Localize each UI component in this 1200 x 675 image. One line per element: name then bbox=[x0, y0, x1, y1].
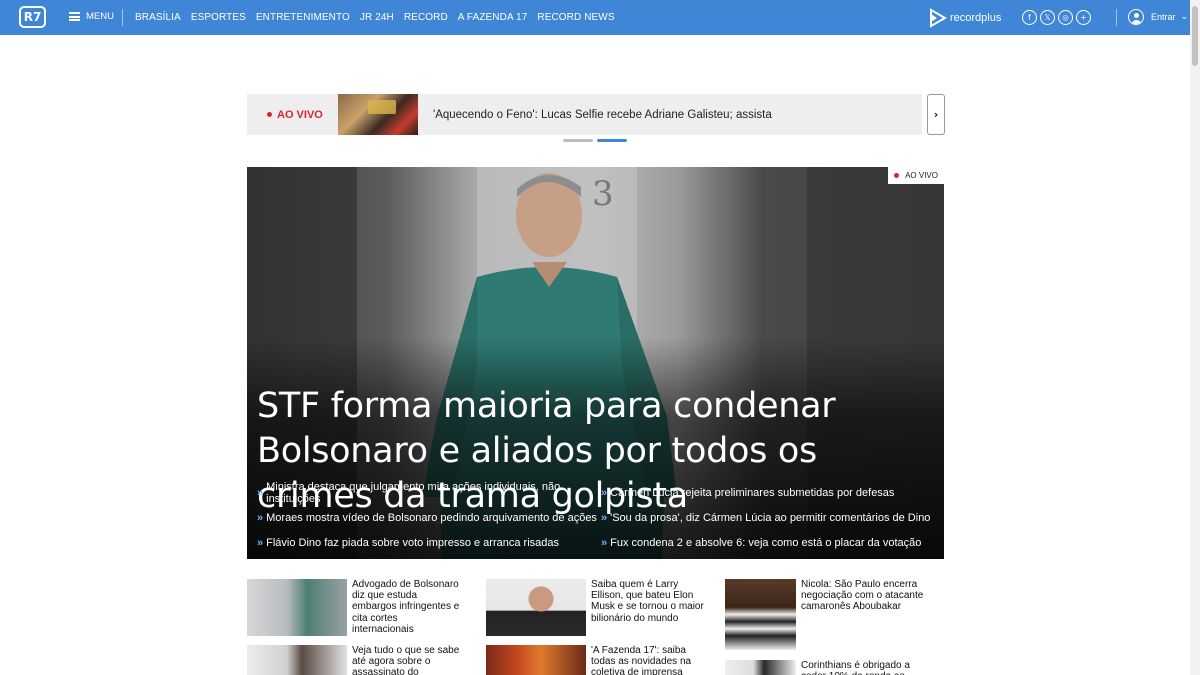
menu-label: MENU bbox=[86, 11, 114, 22]
news-card-title[interactable]: Saiba quem é Larry Ellison, que bateu El… bbox=[591, 579, 708, 636]
nav-item-record[interactable]: RECORD bbox=[404, 12, 448, 23]
ticker-next-button[interactable]: › bbox=[927, 94, 945, 135]
top-navigation-bar: R7 MENU BRASÍLIA ESPORTES ENTRETENIMENTO… bbox=[0, 0, 1190, 35]
news-card[interactable]: Nicola: São Paulo encerra negociação com… bbox=[725, 579, 925, 650]
related-link[interactable]: » Fux condena 2 e absolve 6: veja como es… bbox=[601, 535, 937, 550]
recordplus-label: recordplus bbox=[950, 12, 1002, 24]
svg-text:3: 3 bbox=[592, 174, 614, 214]
news-card-title[interactable]: Advogado de Bolsonaro diz que estuda emb… bbox=[352, 579, 462, 636]
related-link-text: Cármen Lúcia rejeita preliminares submet… bbox=[610, 486, 895, 499]
news-card-thumbnail[interactable] bbox=[247, 579, 347, 636]
double-chevron-icon: » bbox=[601, 536, 608, 549]
divider bbox=[122, 9, 123, 26]
double-chevron-icon: » bbox=[257, 511, 264, 524]
related-link-text: Moraes mostra vídeo de Bolsonaro pedindo… bbox=[266, 511, 597, 524]
double-chevron-icon: » bbox=[257, 536, 264, 549]
related-link[interactable]: » Flávio Dino faz piada sobre voto impres… bbox=[257, 535, 601, 550]
related-link[interactable]: » Cármen Lúcia rejeita preliminares subme… bbox=[601, 485, 937, 500]
related-link-text: Ministra destaca que julgamento mira açõ… bbox=[266, 480, 561, 505]
ticker-headline[interactable]: 'Aquecendo o Feno': Lucas Selfie recebe … bbox=[433, 109, 772, 121]
plus-icon[interactable]: + bbox=[1076, 10, 1091, 25]
related-link[interactable]: » 'Sou da prosa', diz Cármen Lúcia ao per… bbox=[601, 510, 937, 525]
news-card-thumbnail[interactable] bbox=[486, 645, 586, 675]
menu-button[interactable]: MENU bbox=[69, 11, 114, 22]
nav-item-record-news[interactable]: RECORD NEWS bbox=[537, 12, 614, 23]
scrollbar-thumb[interactable] bbox=[1192, 6, 1198, 66]
nav-item-a-fazenda[interactable]: A FAZENDA 17 bbox=[458, 12, 528, 23]
news-card[interactable]: Advogado de Bolsonaro diz que estuda emb… bbox=[247, 579, 462, 636]
live-label: AO VIVO bbox=[277, 108, 323, 121]
x-icon[interactable]: 𝕏 bbox=[1040, 10, 1055, 25]
news-card-title[interactable]: Corinthians é obrigado a ceder 10% da re… bbox=[801, 660, 935, 675]
live-badge: AO VIVO bbox=[888, 167, 944, 184]
double-chevron-icon: » bbox=[257, 486, 264, 499]
recordplus-icon bbox=[930, 8, 947, 28]
news-card-thumbnail[interactable] bbox=[247, 645, 347, 675]
divider bbox=[1116, 9, 1117, 26]
related-link[interactable]: » Ministra destaca que julgamento mira aç… bbox=[257, 481, 601, 505]
news-card-title[interactable]: Veja tudo o que se sabe até agora sobre … bbox=[352, 645, 462, 675]
facebook-icon[interactable]: f bbox=[1022, 10, 1037, 25]
pagination-dot[interactable] bbox=[563, 139, 593, 142]
nav-item-jr24h[interactable]: JR 24H bbox=[360, 12, 394, 23]
live-dot-icon bbox=[267, 112, 272, 117]
nav-item-brasilia[interactable]: BRASÍLIA bbox=[135, 12, 181, 23]
live-dot-icon bbox=[894, 173, 900, 178]
pagination-dot-active[interactable] bbox=[597, 139, 627, 142]
hero-story[interactable]: 3 AO VIVO STF forma maioria para condena… bbox=[247, 167, 944, 559]
news-card[interactable]: Saiba quem é Larry Ellison, que bateu El… bbox=[486, 579, 708, 636]
user-avatar-icon bbox=[1128, 9, 1144, 25]
login-label: Entrar bbox=[1151, 12, 1176, 22]
ticker-pagination bbox=[563, 139, 627, 142]
instagram-icon[interactable]: ◎ bbox=[1058, 10, 1073, 25]
related-link-text: Flávio Dino faz piada sobre voto impress… bbox=[266, 536, 559, 549]
nav-item-esportes[interactable]: ESPORTES bbox=[191, 12, 246, 23]
social-links: f 𝕏 ◎ + bbox=[1022, 10, 1091, 25]
news-card-thumbnail[interactable] bbox=[725, 579, 796, 650]
chevron-right-icon: › bbox=[933, 108, 939, 121]
news-card[interactable]: Veja tudo o que se sabe até agora sobre … bbox=[247, 645, 462, 675]
live-badge-label: AO VIVO bbox=[905, 171, 938, 180]
login-button[interactable]: Entrar ⌄ bbox=[1128, 9, 1188, 25]
double-chevron-icon: » bbox=[601, 511, 608, 524]
related-link-text: Fux condena 2 e absolve 6: veja como est… bbox=[610, 536, 922, 549]
page-scrollbar[interactable] bbox=[1190, 0, 1200, 675]
news-card[interactable]: Corinthians é obrigado a ceder 10% da re… bbox=[725, 660, 935, 675]
news-card[interactable]: 'A Fazenda 17': saiba todas as novidades… bbox=[486, 645, 708, 675]
hamburger-icon bbox=[69, 12, 80, 21]
news-card-thumbnail[interactable] bbox=[486, 579, 586, 636]
double-chevron-icon: » bbox=[601, 486, 608, 499]
live-indicator: AO VIVO bbox=[247, 109, 338, 121]
main-nav: BRASÍLIA ESPORTES ENTRETENIMENTO JR 24H … bbox=[135, 12, 615, 23]
related-links: » Ministra destaca que julgamento mira aç… bbox=[257, 481, 937, 550]
news-card-title[interactable]: 'A Fazenda 17': saiba todas as novidades… bbox=[591, 645, 708, 675]
news-card-title[interactable]: Nicola: São Paulo encerra negociação com… bbox=[801, 579, 925, 650]
news-card-thumbnail[interactable] bbox=[725, 660, 796, 675]
r7-logo[interactable]: R7 bbox=[19, 6, 46, 28]
live-ticker[interactable]: AO VIVO 'Aquecendo o Feno': Lucas Selfie… bbox=[247, 94, 922, 135]
ticker-thumbnail[interactable] bbox=[338, 94, 418, 135]
related-link-text: 'Sou da prosa', diz Cármen Lúcia ao perm… bbox=[610, 511, 931, 524]
related-link[interactable]: » Moraes mostra vídeo de Bolsonaro pedind… bbox=[257, 510, 601, 525]
nav-item-entretenimento[interactable]: ENTRETENIMENTO bbox=[256, 12, 350, 23]
chevron-down-icon: ⌄ bbox=[1180, 12, 1189, 22]
recordplus-link[interactable]: recordplus bbox=[929, 8, 1001, 28]
